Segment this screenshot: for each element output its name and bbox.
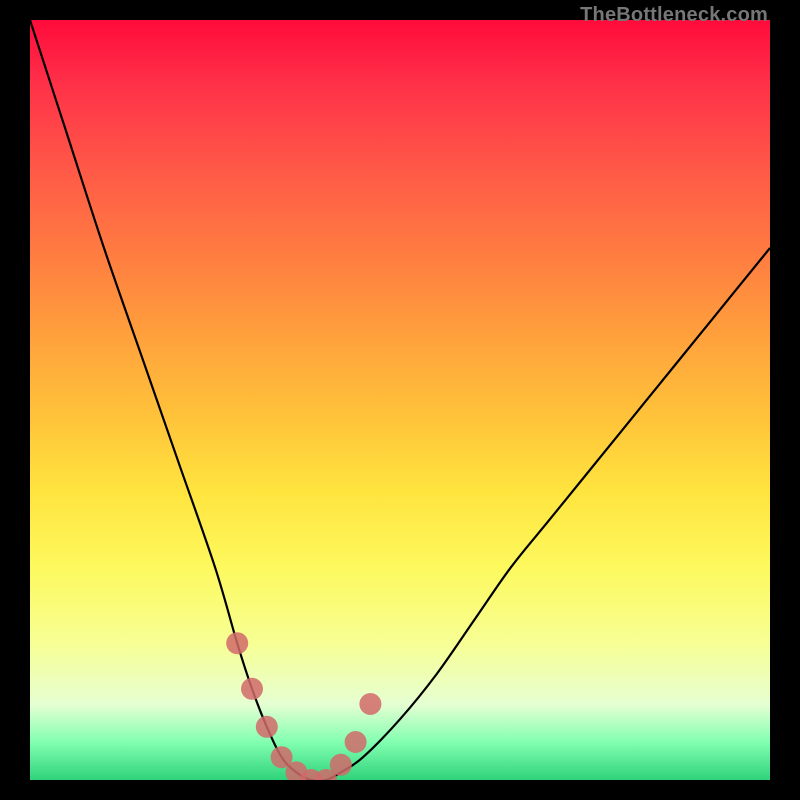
curve-line xyxy=(30,20,770,780)
marker-group xyxy=(226,632,381,780)
plot-area xyxy=(30,20,770,780)
marker-point xyxy=(359,693,381,715)
chart-frame: TheBottleneck.com xyxy=(0,0,800,800)
bottleneck-curve-path xyxy=(30,20,770,780)
marker-point xyxy=(345,731,367,753)
marker-point xyxy=(241,678,263,700)
curve-layer xyxy=(30,20,770,780)
marker-point xyxy=(330,754,352,776)
watermark-text: TheBottleneck.com xyxy=(580,4,768,27)
marker-point xyxy=(226,632,248,654)
marker-point xyxy=(256,716,278,738)
